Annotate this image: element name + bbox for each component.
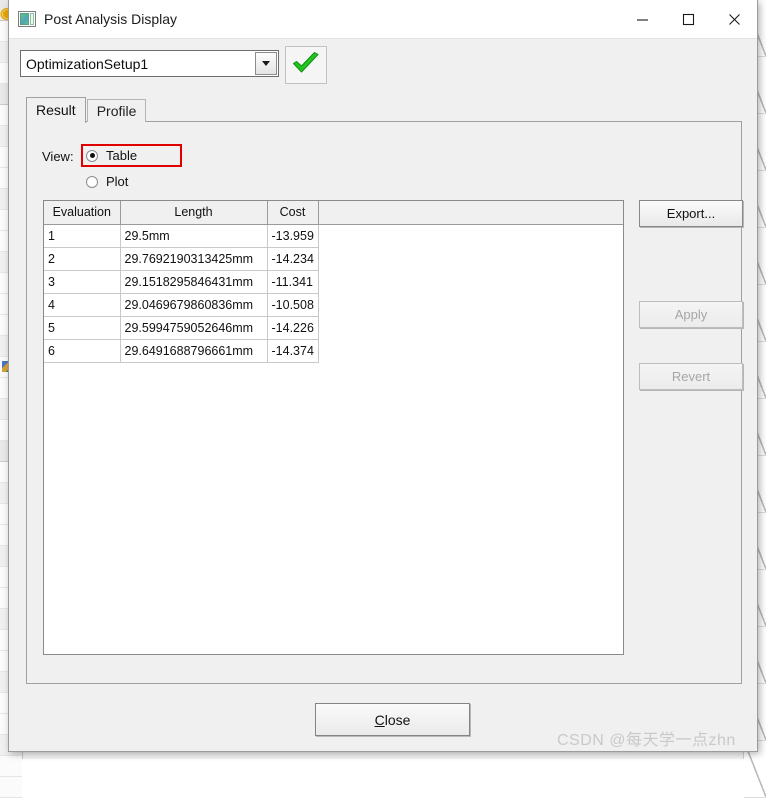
radio-unselected-icon: [86, 175, 98, 188]
cell-length: 29.1518295846431mm: [120, 270, 268, 294]
radio-view-plot-label: Plot: [106, 174, 129, 189]
radio-view-table[interactable]: Table: [86, 148, 137, 163]
cell-evaluation: 4: [44, 293, 121, 317]
results-table-header: Evaluation Length Cost: [44, 201, 623, 225]
minimize-button[interactable]: [619, 0, 665, 38]
close-button-accelerator: C: [374, 711, 385, 728]
cell-cost: -14.226: [267, 316, 319, 340]
cell-cost: -14.374: [267, 339, 319, 363]
cell-empty: [318, 270, 623, 293]
radio-view-table-label: Table: [106, 148, 138, 163]
result-tab-panel: View: Table Plot Evaluation Length Cost: [26, 121, 743, 684]
column-header-cost[interactable]: Cost: [267, 201, 319, 225]
cell-evaluation: 3: [44, 270, 121, 294]
watermark-text: CSDN @每天学一点zhn: [557, 732, 736, 749]
tab-result[interactable]: Result: [26, 97, 86, 123]
dialog-title: Post Analysis Display: [44, 11, 178, 27]
cell-cost: -13.959: [267, 224, 319, 248]
maximize-icon: [682, 13, 695, 26]
results-table-container[interactable]: Evaluation Length Cost 1 29.5mm -13.959: [43, 200, 624, 655]
close-window-button[interactable]: [711, 0, 757, 38]
cell-length: 29.5mm: [120, 224, 268, 248]
view-label: View:: [42, 149, 74, 164]
background-tree-row: [0, 777, 22, 798]
radio-view-plot[interactable]: Plot: [86, 174, 128, 189]
validate-button[interactable]: [285, 46, 327, 84]
cell-cost: -11.341: [267, 270, 319, 294]
table-row[interactable]: 1 29.5mm -13.959: [44, 224, 623, 248]
post-analysis-display-dialog: Post Analysis Display OptimizationSetup1…: [8, 0, 758, 752]
setup-combobox-value: OptimizationSetup1: [26, 55, 149, 72]
cell-empty: [318, 224, 623, 247]
cell-evaluation: 6: [44, 339, 121, 363]
maximize-button[interactable]: [665, 0, 711, 38]
table-header-row: Evaluation Length Cost: [44, 201, 623, 225]
cell-empty: [318, 293, 623, 316]
setup-toolbar: OptimizationSetup1: [9, 38, 757, 91]
cell-length: 29.0469679860836mm: [120, 293, 268, 317]
cell-empty: [318, 339, 623, 362]
cell-empty: [318, 247, 623, 270]
table-row[interactable]: 5 29.5994759052646mm -14.226: [44, 316, 623, 340]
background-tree-row: [0, 756, 22, 777]
close-icon: [728, 13, 741, 26]
table-row[interactable]: 3 29.1518295846431mm -11.341: [44, 270, 623, 294]
dialog-titlebar[interactable]: Post Analysis Display: [9, 0, 757, 39]
results-table: Evaluation Length Cost 1 29.5mm -13.959: [44, 201, 623, 363]
cell-length: 29.5994759052646mm: [120, 316, 268, 340]
display-window-icon: [18, 11, 36, 27]
minimize-icon: [636, 13, 649, 26]
cell-evaluation: 5: [44, 316, 121, 340]
setup-combobox[interactable]: OptimizationSetup1: [20, 50, 279, 77]
cell-evaluation: 1: [44, 224, 121, 248]
tab-bar: Result Profile: [26, 96, 147, 123]
export-button[interactable]: Export...: [639, 200, 743, 227]
column-header-length[interactable]: Length: [120, 201, 268, 225]
tab-profile[interactable]: Profile: [86, 99, 147, 122]
revert-button: Revert: [639, 363, 743, 390]
cell-cost: -14.234: [267, 247, 319, 271]
green-checkmark-icon: [291, 51, 321, 80]
table-row[interactable]: 6 29.6491688796661mm -14.374: [44, 339, 623, 363]
cell-length: 29.6491688796661mm: [120, 339, 268, 363]
results-table-body: 1 29.5mm -13.959 2 29.7692190313425mm -1…: [44, 224, 623, 363]
cell-length: 29.7692190313425mm: [120, 247, 268, 271]
window-controls: [619, 0, 757, 38]
table-row[interactable]: 2 29.7692190313425mm -14.234: [44, 247, 623, 271]
cell-empty: [318, 316, 623, 339]
apply-button: Apply: [639, 301, 743, 328]
close-button-label: lose: [384, 711, 411, 728]
chevron-down-icon[interactable]: [255, 52, 277, 75]
radio-selected-icon: [86, 149, 98, 162]
cell-cost: -10.508: [267, 293, 319, 317]
column-header-empty[interactable]: [318, 201, 623, 225]
cell-evaluation: 2: [44, 247, 121, 271]
close-button[interactable]: Close: [315, 703, 470, 736]
column-header-evaluation[interactable]: Evaluation: [44, 201, 121, 225]
table-row[interactable]: 4 29.0469679860836mm -10.508: [44, 293, 623, 317]
